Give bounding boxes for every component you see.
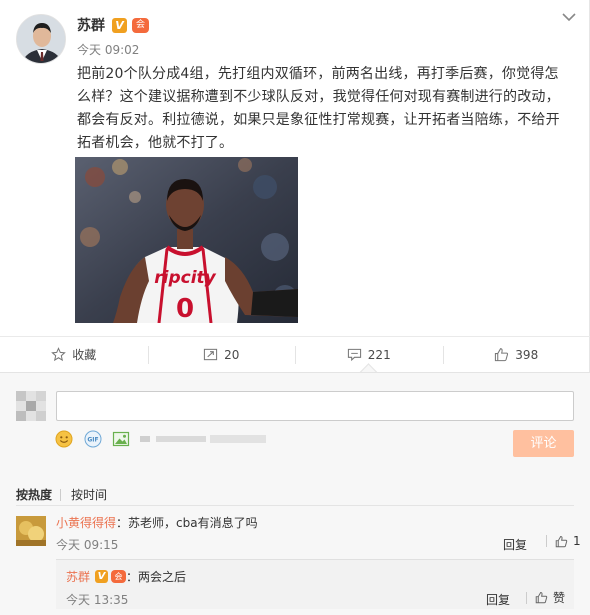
svg-text:GIF: GIF: [87, 437, 98, 444]
star-icon: [51, 347, 67, 362]
gif-icon[interactable]: GIF: [84, 430, 102, 448]
repost-button[interactable]: 20: [147, 337, 296, 372]
comment-count: 221: [367, 347, 391, 362]
comment-like-button[interactable]: 1: [546, 534, 581, 548]
post-image[interactable]: ripcity 0: [75, 157, 298, 323]
repost-count: 20: [224, 347, 240, 362]
author-avatar[interactable]: [16, 14, 66, 64]
post-text: 把前20个队分成4组，先打组内双循环，前两名出线，再打季后赛，你觉得怎么样？这个…: [77, 66, 560, 151]
reply-colon: ：: [126, 570, 139, 584]
post-time[interactable]: 今天 09:02: [77, 41, 139, 58]
action-bar: 收藏 20 221 398: [0, 336, 590, 372]
commenter-avatar[interactable]: [16, 516, 46, 546]
comment-icon: [347, 348, 361, 362]
reply-author[interactable]: 苏群: [66, 568, 90, 585]
jersey-logo: ripcity: [154, 268, 216, 288]
author-name[interactable]: 苏群: [77, 15, 105, 35]
emoji-icon[interactable]: [55, 430, 73, 448]
comment-line: 小黄得得得：苏老师，cba有消息了吗: [56, 514, 258, 532]
blurred-option: [140, 435, 266, 443]
sort-time-tab[interactable]: 按时间: [71, 486, 107, 503]
reply-like-label: 赞: [553, 591, 566, 605]
comment-button[interactable]: 221: [295, 337, 443, 372]
comment-section: GIF 评论 按热度 按时间 小黄得得得：苏老师，cba有消息了吗 今天 09:…: [0, 372, 590, 615]
thumbs-up-icon: [495, 348, 509, 362]
author-line: 苏群 V 会: [77, 15, 149, 35]
sort-hot-tab[interactable]: 按热度: [16, 486, 52, 503]
comment-text: 苏老师，cba有消息了吗: [128, 516, 258, 530]
comment-input[interactable]: [56, 391, 574, 421]
verified-icon[interactable]: V: [112, 17, 127, 33]
divider: [16, 505, 574, 506]
comment-colon: ：: [116, 516, 129, 530]
weibo-card: 苏群 V 会 今天 09:02 把前20个队分成4组，先打组内双循环，前两名出线…: [0, 0, 590, 615]
reply-line: 苏群 V 会 ： 两会之后: [66, 568, 186, 585]
thumbs-up-icon: [555, 535, 568, 547]
my-avatar[interactable]: [16, 391, 46, 421]
submit-comment-button[interactable]: 评论: [513, 430, 574, 457]
commenter-name[interactable]: 小黄得得得: [56, 516, 116, 530]
image-icon[interactable]: [112, 430, 130, 448]
reply-like-button[interactable]: 赞: [526, 589, 565, 606]
sort-separator: [60, 488, 62, 501]
repost-icon: [204, 348, 218, 361]
favorite-button[interactable]: 收藏: [0, 337, 148, 372]
like-separator: [546, 535, 547, 547]
comment-time: 今天 09:15: [56, 538, 119, 552]
member-icon[interactable]: 会: [111, 570, 127, 583]
like-separator: [526, 591, 527, 604]
comment-reply-button[interactable]: 回复: [503, 536, 527, 553]
like-button[interactable]: 398: [442, 337, 590, 372]
favorite-label: 收藏: [72, 348, 97, 362]
thumbs-up-icon: [535, 591, 548, 604]
like-count: 398: [515, 347, 539, 362]
reply-text: 两会之后: [138, 570, 187, 584]
jersey-number: 0: [176, 294, 194, 323]
reply-time: 今天 13:35: [66, 593, 129, 607]
reply-reply-button[interactable]: 回复: [486, 591, 510, 608]
chevron-down-icon[interactable]: [560, 10, 578, 24]
comment-like-count: 1: [573, 534, 581, 548]
reply-box: 苏群 V 会 ： 两会之后 今天 13:35 回复 赞: [56, 559, 574, 609]
member-icon[interactable]: 会: [132, 17, 149, 33]
verified-icon[interactable]: V: [95, 570, 109, 583]
sort-bar: 按热度 按时间: [16, 486, 107, 503]
